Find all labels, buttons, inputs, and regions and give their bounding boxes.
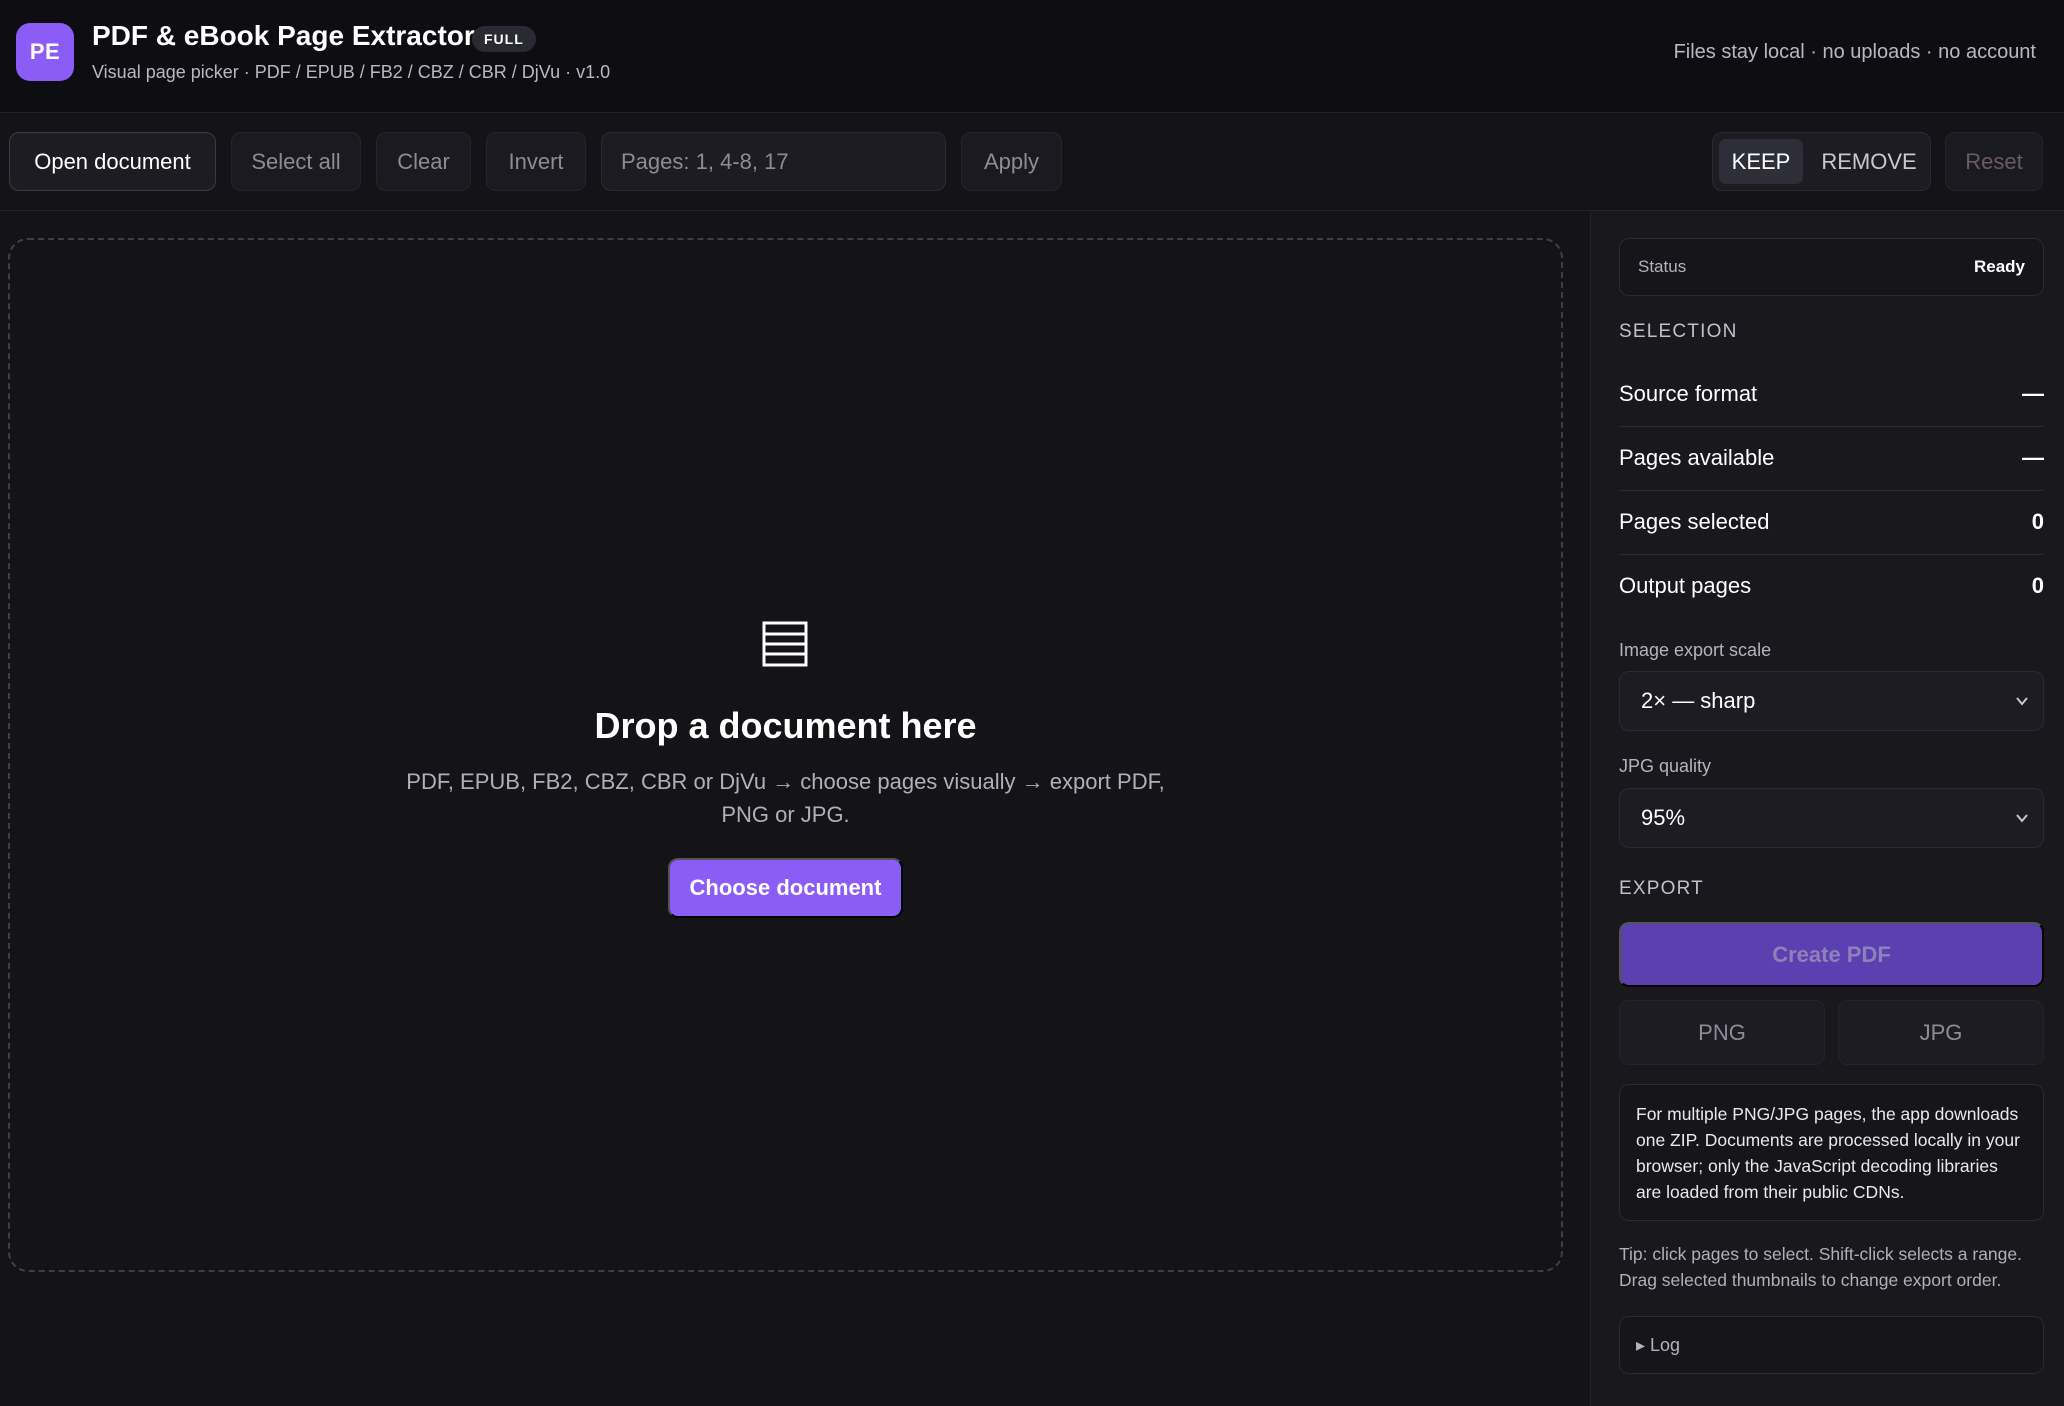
app-title: PDF & eBook Page Extractor bbox=[92, 20, 475, 51]
toolbar: Open document Select all Clear Invert Pa… bbox=[0, 113, 2064, 211]
create-pdf-button[interactable]: Create PDF bbox=[1619, 922, 2044, 987]
drop-title: Drop a document here bbox=[594, 705, 977, 746]
app-header: PE PDF & eBook Page Extractor FULL Visua… bbox=[0, 0, 2064, 113]
stat-label: Pages available bbox=[1619, 445, 1775, 470]
png-export-button[interactable]: PNG bbox=[1619, 1000, 1825, 1065]
chevron-down-icon bbox=[2016, 697, 2028, 706]
open-document-button[interactable]: Open document bbox=[9, 132, 216, 191]
remove-option[interactable]: REMOVE bbox=[1813, 139, 1925, 184]
select-all-button[interactable]: Select all bbox=[231, 132, 361, 191]
reset-button[interactable]: Reset bbox=[1945, 132, 2043, 191]
chevron-down-icon bbox=[2016, 814, 2028, 823]
stat-pages-available: Pages available — bbox=[1619, 427, 2044, 491]
usage-tip: Tip: click pages to select. Shift-click … bbox=[1619, 1244, 2022, 1290]
stat-source-format: Source format — bbox=[1619, 363, 2044, 427]
app-logo: PE bbox=[16, 23, 74, 81]
info-note: For multiple PNG/JPG pages, the app down… bbox=[1619, 1084, 2044, 1221]
stat-value: 0 bbox=[2031, 509, 2044, 534]
stat-value: — bbox=[2022, 381, 2044, 406]
jpg-quality-value: 95% bbox=[1641, 805, 1686, 830]
log-disclosure[interactable]: ▸ Log bbox=[1619, 1316, 2044, 1374]
export-heading: EXPORT bbox=[1619, 878, 1704, 899]
keep-remove-toggle: KEEP REMOVE bbox=[1712, 132, 1931, 191]
jpg-quality-select[interactable]: 95% bbox=[1619, 788, 2044, 848]
export-scale-value: 2× — sharp bbox=[1641, 688, 1756, 713]
drop-description: PDF, EPUB, FB2, CBZ, CBR or DjVu → choos… bbox=[406, 769, 1165, 827]
quality-label: JPG quality bbox=[1619, 756, 1712, 776]
status-box: Status Ready bbox=[1619, 238, 2044, 296]
scale-label: Image export scale bbox=[1619, 640, 1772, 660]
stat-pages-selected: Pages selected 0 bbox=[1619, 491, 2044, 555]
document-lines-icon bbox=[762, 621, 808, 667]
invert-button[interactable]: Invert bbox=[486, 132, 586, 191]
stat-output-pages: Output pages 0 bbox=[1619, 555, 2044, 619]
choose-document-button[interactable]: Choose document bbox=[668, 858, 903, 918]
edition-badge: FULL bbox=[472, 26, 536, 52]
jpg-export-button[interactable]: JPG bbox=[1838, 1000, 2044, 1065]
stat-label: Source format bbox=[1619, 381, 1758, 406]
clear-button[interactable]: Clear bbox=[376, 132, 471, 191]
selection-heading: SELECTION bbox=[1619, 321, 1738, 342]
status-label: Status bbox=[1638, 257, 1687, 276]
privacy-note: Files stay local · no uploads · no accou… bbox=[1673, 41, 2036, 63]
stat-label: Pages selected bbox=[1619, 509, 1770, 534]
side-panel: Status Ready SELECTION Source format — P… bbox=[1590, 211, 2064, 1406]
drop-zone[interactable] bbox=[8, 238, 1563, 1272]
pages-range-input[interactable]: Pages: 1, 4-8, 17 bbox=[601, 132, 946, 191]
stat-value: 0 bbox=[2031, 573, 2044, 598]
app-subtitle: Visual page picker · PDF / EPUB / FB2 / … bbox=[92, 62, 611, 82]
apply-button[interactable]: Apply bbox=[961, 132, 1062, 191]
stat-value: — bbox=[2022, 445, 2044, 470]
stat-label: Output pages bbox=[1619, 573, 1752, 598]
keep-option[interactable]: KEEP bbox=[1719, 139, 1803, 184]
status-value: Ready bbox=[1973, 257, 2025, 276]
log-label: ▸ Log bbox=[1636, 1335, 1681, 1355]
export-scale-select[interactable]: 2× — sharp bbox=[1619, 671, 2044, 731]
